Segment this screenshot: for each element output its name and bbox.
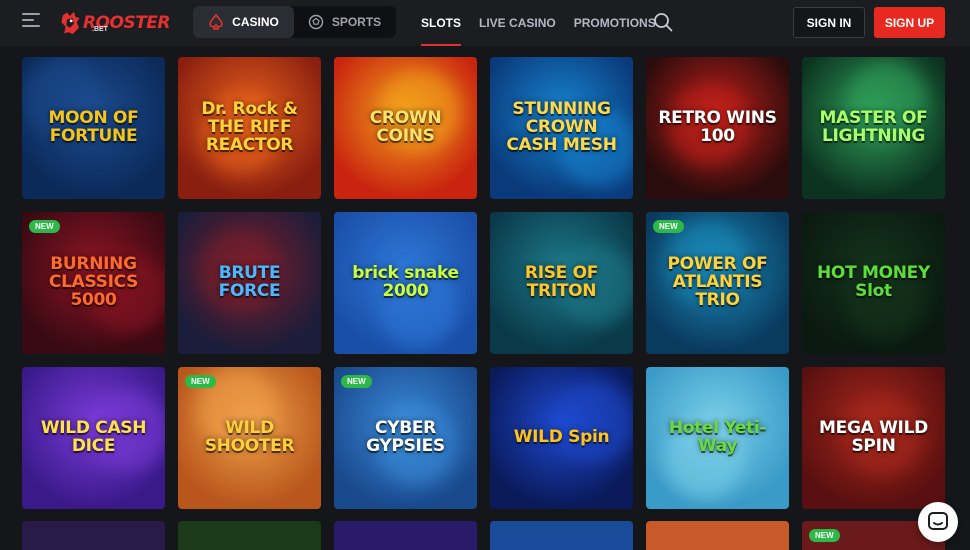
game-title: brick snake 2000 xyxy=(352,263,459,301)
game-tile[interactable]: brick snake 2000 xyxy=(334,212,477,354)
game-title: HOT MONEY Slot xyxy=(816,263,930,301)
search-icon[interactable] xyxy=(653,12,673,32)
sign-up-button[interactable]: SIGN UP xyxy=(874,7,945,38)
logo[interactable]: ROOSTER xyxy=(60,5,171,41)
chat-button[interactable] xyxy=(918,502,958,542)
game-tile[interactable] xyxy=(646,521,789,550)
game-tile[interactable]: STUNNING CROWN CASH MESH xyxy=(490,57,633,199)
main-nav: SLOTS LIVE CASINO PROMOTIONS xyxy=(412,0,665,46)
game-tile[interactable]: RETRO WINS 100 xyxy=(646,57,789,199)
new-badge: NEW xyxy=(341,375,372,388)
game-tile[interactable]: BRUTE FORCE xyxy=(178,212,321,354)
game-title: WILD SHOOTER xyxy=(204,418,295,456)
game-title: CYBER GYPSIES xyxy=(366,418,445,456)
casino-tab[interactable]: CASINO xyxy=(193,6,294,38)
casino-tab-label: CASINO xyxy=(232,15,279,29)
game-grid-next-row: NEW xyxy=(22,521,946,550)
game-tile[interactable]: NEW WILD SHOOTER xyxy=(178,367,321,509)
menu-icon[interactable] xyxy=(22,13,40,29)
game-tile[interactable]: NEW POWER OF ATLANTIS TRIO xyxy=(646,212,789,354)
game-tile[interactable]: MOON OF FORTUNE xyxy=(22,57,165,199)
game-title: RETRO WINS 100 xyxy=(658,108,777,146)
rooster-icon xyxy=(61,11,80,35)
nav-promotions[interactable]: PROMOTIONS xyxy=(565,0,665,46)
casino-sports-switch: CASINO SPORTS xyxy=(193,6,396,38)
game-tile[interactable]: MEGA WILD SPIN xyxy=(802,367,945,509)
game-tile[interactable] xyxy=(22,521,165,550)
spade-icon xyxy=(209,14,223,30)
game-tile[interactable]: WILD Spin xyxy=(490,367,633,509)
game-title: WILD Spin xyxy=(513,427,610,448)
sports-tab-label: SPORTS xyxy=(331,15,382,29)
sports-tab[interactable]: SPORTS xyxy=(294,6,395,38)
tile-artwork xyxy=(555,382,633,462)
game-title: BRUTE FORCE xyxy=(218,263,281,301)
new-badge: NEW xyxy=(809,529,840,542)
game-tile[interactable]: MASTER OF LIGHTNING xyxy=(802,57,945,199)
game-tile[interactable] xyxy=(178,521,321,550)
game-title: POWER OF ATLANTIS TRIO xyxy=(667,254,768,310)
game-title: BURNING CLASSICS 5000 xyxy=(48,254,139,310)
game-tile[interactable]: Dr. Rock & THE RIFF REACTOR xyxy=(178,57,321,199)
game-tile[interactable]: NEW BURNING CLASSICS 5000 xyxy=(22,212,165,354)
game-tile[interactable]: Hotel Yeti-Way xyxy=(646,367,789,509)
game-tile[interactable]: HOT MONEY Slot xyxy=(802,212,945,354)
game-title: MASTER OF LIGHTNING xyxy=(819,108,928,146)
sign-in-button[interactable]: SIGN IN xyxy=(793,7,865,38)
game-title: Dr. Rock & THE RIFF REACTOR xyxy=(201,99,298,155)
top-header: ROOSTER .BET CASINO SPORTS SLOTS LIVE CA… xyxy=(0,0,970,46)
game-title: WILD CASH DICE xyxy=(40,418,147,456)
nav-slots[interactable]: SLOTS xyxy=(412,0,470,46)
game-tile[interactable] xyxy=(490,521,633,550)
nav-live-casino[interactable]: LIVE CASINO xyxy=(470,0,565,46)
game-title: RISE OF TRITON xyxy=(524,263,599,301)
game-tile[interactable]: WILD CASH DICE xyxy=(22,367,165,509)
game-tile[interactable]: RISE OF TRITON xyxy=(490,212,633,354)
game-grid: MOON OF FORTUNE Dr. Rock & THE RIFF REACT… xyxy=(22,57,946,509)
chat-icon xyxy=(928,512,948,530)
game-tile[interactable]: NEW CYBER GYPSIES xyxy=(334,367,477,509)
game-title: STUNNING CROWN CASH MESH xyxy=(506,99,617,155)
game-tile[interactable]: CROWN COINS xyxy=(334,57,477,199)
soccer-ball-icon xyxy=(308,14,324,30)
game-tile[interactable] xyxy=(334,521,477,550)
new-badge: NEW xyxy=(29,220,60,233)
game-title: MEGA WILD SPIN xyxy=(819,418,928,456)
game-title: Hotel Yeti-Way xyxy=(668,418,767,456)
logo-sub: .BET xyxy=(92,26,108,33)
game-title: CROWN COINS xyxy=(369,108,442,146)
new-badge: NEW xyxy=(653,220,684,233)
new-badge: NEW xyxy=(185,375,216,388)
game-title: MOON OF FORTUNE xyxy=(48,108,139,146)
